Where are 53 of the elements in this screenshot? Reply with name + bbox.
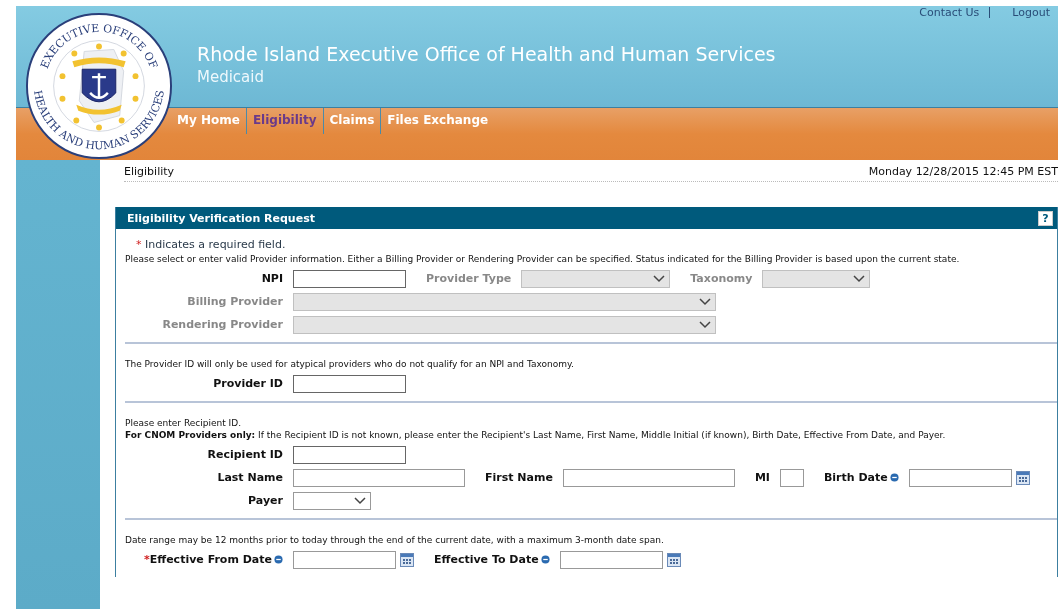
input-field[interactable] — [293, 374, 406, 393]
required-note: * Indicates a required field. — [136, 237, 287, 253]
instruction-text: Date range may be 12 months prior to today through the end of the current date, with a maximum 3-month date span. — [125, 534, 665, 546]
caret-icon — [653, 274, 666, 283]
field-label: First Name — [485, 471, 553, 484]
field-label: Recipient ID — [207, 448, 283, 461]
input-field[interactable] — [293, 269, 406, 288]
field-label: Rendering Provider — [162, 318, 283, 331]
input-field[interactable] — [559, 550, 663, 569]
info-icon[interactable] — [889, 473, 899, 482]
date-time: Monday 12/28/2015 12:45 PM EST — [868, 165, 1058, 178]
field-label: Payer — [248, 494, 283, 507]
calendar-icon[interactable] — [666, 552, 681, 567]
field-label: Provider ID — [213, 377, 283, 390]
field-label: MI — [754, 471, 770, 484]
instruction-text: Please enter Recipient ID. — [125, 417, 243, 429]
site-title: Rhode Island Executive Office of Health and Human Services — [197, 42, 777, 66]
dropdown[interactable] — [293, 491, 371, 510]
info-icon[interactable] — [274, 555, 283, 564]
input-field[interactable] — [293, 550, 396, 569]
instruction-text: For CNOM Providers only: If the Recipient ID is not known, please enter the Recipient's Last Name, First Name, Middle Initial (if known), Birth Date, Effective From Date, and Payer. — [125, 429, 947, 441]
nav-tab[interactable]: Eligibility — [245, 108, 323, 134]
field-label: Last Name — [217, 471, 283, 484]
field-label: Effective To Date — [434, 553, 539, 566]
field-label: Taxonomy — [690, 272, 753, 285]
field-label: Provider Type — [426, 272, 512, 285]
info-icon[interactable] — [540, 555, 550, 564]
field-label: Birth Date — [823, 471, 888, 484]
input-field[interactable] — [562, 468, 735, 487]
caret-icon — [699, 297, 711, 306]
field-label: NPI — [261, 272, 283, 285]
instruction-text: The Provider ID will only be used for atypical providers who do not qualify for an NPI and Taxonomy. — [125, 358, 575, 370]
calendar-icon[interactable] — [400, 552, 414, 567]
input-field[interactable] — [293, 468, 465, 487]
site-subtitle: Medicaid — [197, 67, 265, 87]
field-label: Billing Provider — [187, 295, 283, 308]
help-button[interactable]: ? — [1038, 210, 1053, 226]
field-label: *Effective From Date — [143, 553, 272, 566]
caret-icon — [354, 496, 366, 505]
header-link[interactable]: Logout — [1012, 6, 1050, 19]
header-link[interactable]: Contact Us — [919, 6, 980, 19]
nav-tab[interactable]: Files Exchange — [380, 108, 495, 134]
nav-tab[interactable]: Claims — [322, 108, 381, 134]
calendar-icon[interactable] — [1015, 470, 1030, 485]
caret-icon — [699, 320, 711, 329]
input-field[interactable] — [779, 468, 804, 487]
caret-icon — [853, 274, 866, 283]
input-field[interactable] — [293, 445, 406, 464]
input-field[interactable] — [908, 468, 1012, 487]
breadcrumb: Eligibility — [124, 165, 175, 178]
panel-title: Eligibility Verification Request — [127, 211, 315, 225]
instruction-text: Please select or enter valid Provider information. Either a Billing Provider or Rendering Provider can be specified. Status indicated for the Billing Provider is based upon the current state. — [125, 253, 961, 265]
nav-tab[interactable]: My Home — [171, 108, 246, 134]
